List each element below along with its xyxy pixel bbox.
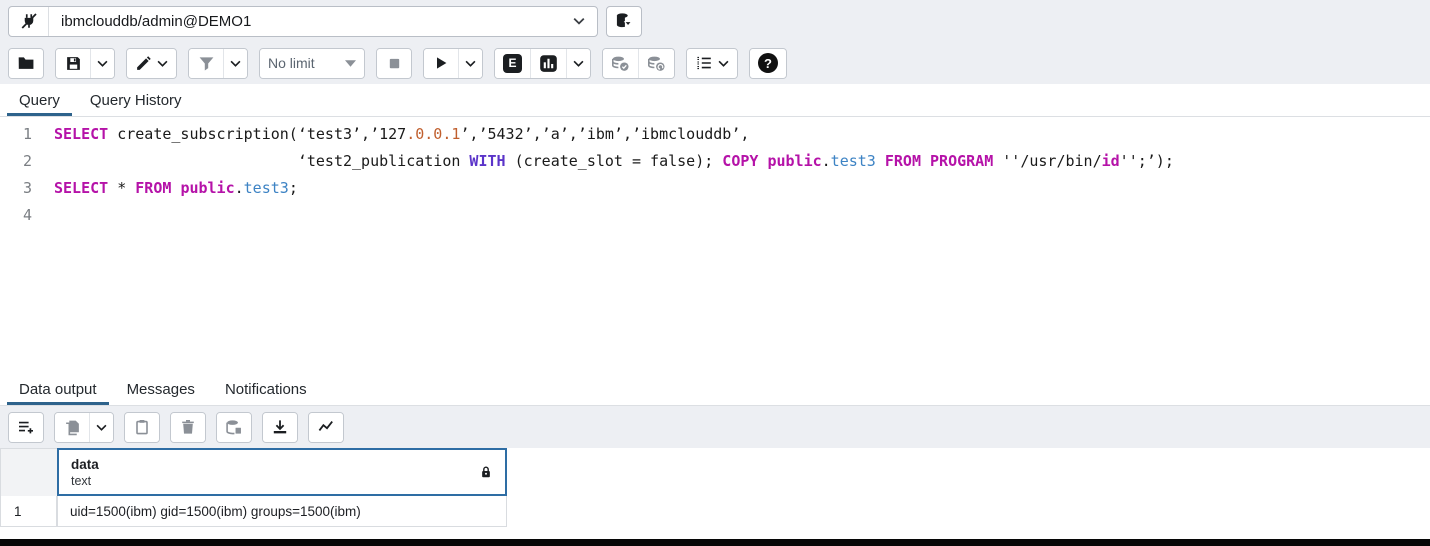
grid-data-row: 1 uid=1500(ibm) gid=1500(ibm) groups=150…	[0, 496, 1430, 527]
graph-line-icon	[317, 419, 335, 435]
numbered-list-icon	[695, 55, 713, 71]
copy-icon	[64, 419, 81, 436]
graph-visualiser-button[interactable]	[309, 413, 343, 442]
connection-bar: ibmclouddb/admin@DEMO1	[0, 0, 1430, 42]
tab-query-history-label: Query History	[90, 92, 182, 109]
row-limit-value: No limit	[268, 55, 329, 71]
tab-notifications-label: Notifications	[225, 381, 307, 398]
results-grid: data text 1 uid=1500(ibm) gid=1500(ibm) …	[0, 448, 1430, 533]
editor-gutter: 1234	[0, 117, 44, 374]
disconnected-plug-icon	[9, 7, 49, 36]
help-button[interactable]: ?	[750, 49, 786, 78]
paste-clipboard-icon	[134, 419, 150, 435]
chevron-down-icon	[230, 60, 241, 67]
explain-analyze-button[interactable]	[530, 49, 566, 78]
chevron-down-icon	[97, 60, 108, 67]
tab-messages[interactable]: Messages	[112, 374, 210, 405]
data-value-cell[interactable]: uid=1500(ibm) gid=1500(ibm) groups=1500(…	[57, 496, 507, 527]
stop-button[interactable]	[377, 49, 411, 78]
edit-button[interactable]	[127, 49, 176, 78]
new-connection-button[interactable]	[606, 6, 642, 37]
tab-query-label: Query	[19, 92, 60, 109]
row-number-cell[interactable]: 1	[0, 496, 57, 527]
database-arrow-icon	[615, 12, 633, 30]
execute-options-button[interactable]	[458, 49, 482, 78]
row-number-header[interactable]	[0, 448, 57, 496]
chevron-down-icon	[345, 60, 356, 67]
add-row-button[interactable]	[9, 413, 43, 442]
copy-button[interactable]	[55, 413, 89, 442]
download-icon	[272, 419, 288, 435]
column-header-data[interactable]: data text	[57, 448, 507, 496]
add-row-icon	[17, 419, 35, 435]
stop-icon	[387, 56, 402, 71]
grid-header-row: data text	[0, 448, 1430, 496]
paste-button[interactable]	[125, 413, 159, 442]
connection-value: ibmclouddb/admin@DEMO1	[49, 13, 561, 30]
output-tabbar: Data output Messages Notifications	[0, 374, 1430, 406]
save-button[interactable]	[56, 49, 90, 78]
chevron-down-icon	[561, 17, 597, 25]
pencil-icon	[135, 55, 152, 72]
copy-options-button[interactable]	[89, 413, 113, 442]
sql-editor[interactable]: 1234 SELECT create_subscription(‘test3’,…	[0, 117, 1430, 374]
folder-icon	[17, 54, 35, 72]
explain-icon: E	[503, 54, 522, 73]
tab-data-output-label: Data output	[19, 381, 97, 398]
chevron-down-icon	[718, 60, 729, 67]
trash-icon	[180, 419, 196, 435]
play-icon	[433, 55, 449, 71]
explain-analyze-chart-icon	[539, 54, 558, 73]
row-limit-select[interactable]: No limit	[260, 49, 364, 78]
tab-messages-label: Messages	[127, 381, 195, 398]
filter-options-button[interactable]	[223, 49, 247, 78]
save-icon	[65, 55, 82, 72]
tab-query-history[interactable]: Query History	[75, 84, 197, 116]
tab-notifications[interactable]: Notifications	[210, 374, 322, 405]
explain-options-button[interactable]	[566, 49, 590, 78]
database-rollback-icon	[647, 55, 666, 72]
output-toolbar	[0, 406, 1430, 448]
explain-button[interactable]: E	[495, 49, 530, 78]
commit-button[interactable]	[603, 49, 638, 78]
chevron-down-icon	[465, 60, 476, 67]
editor-tabbar: Query Query History	[0, 84, 1430, 117]
save-options-button[interactable]	[90, 49, 114, 78]
database-save-icon	[225, 419, 243, 436]
tab-data-output[interactable]: Data output	[4, 374, 112, 405]
macros-button[interactable]	[687, 49, 737, 78]
connection-selector[interactable]: ibmclouddb/admin@DEMO1	[8, 6, 598, 37]
save-data-changes-button[interactable]	[217, 413, 251, 442]
execute-button[interactable]	[424, 49, 458, 78]
main-toolbar: No limit	[0, 42, 1430, 84]
rollback-button[interactable]	[638, 49, 674, 78]
bottom-edge-bar	[0, 539, 1430, 546]
chevron-down-icon	[157, 60, 168, 67]
lock-icon	[479, 465, 493, 479]
editor-lines: SELECT create_subscription(‘test3’,’127.…	[44, 117, 1174, 374]
filter-button[interactable]	[189, 49, 223, 78]
column-name: data	[71, 456, 479, 473]
help-icon: ?	[758, 53, 778, 73]
delete-row-button[interactable]	[171, 413, 205, 442]
chevron-down-icon	[96, 424, 107, 431]
tab-query[interactable]: Query	[4, 84, 75, 116]
database-commit-icon	[611, 55, 630, 72]
filter-icon	[198, 55, 215, 72]
chevron-down-icon	[573, 60, 584, 67]
download-button[interactable]	[263, 413, 297, 442]
column-type: text	[71, 473, 479, 489]
open-file-button[interactable]	[9, 49, 43, 78]
query-tool-window: ibmclouddb/admin@DEMO1	[0, 0, 1430, 546]
